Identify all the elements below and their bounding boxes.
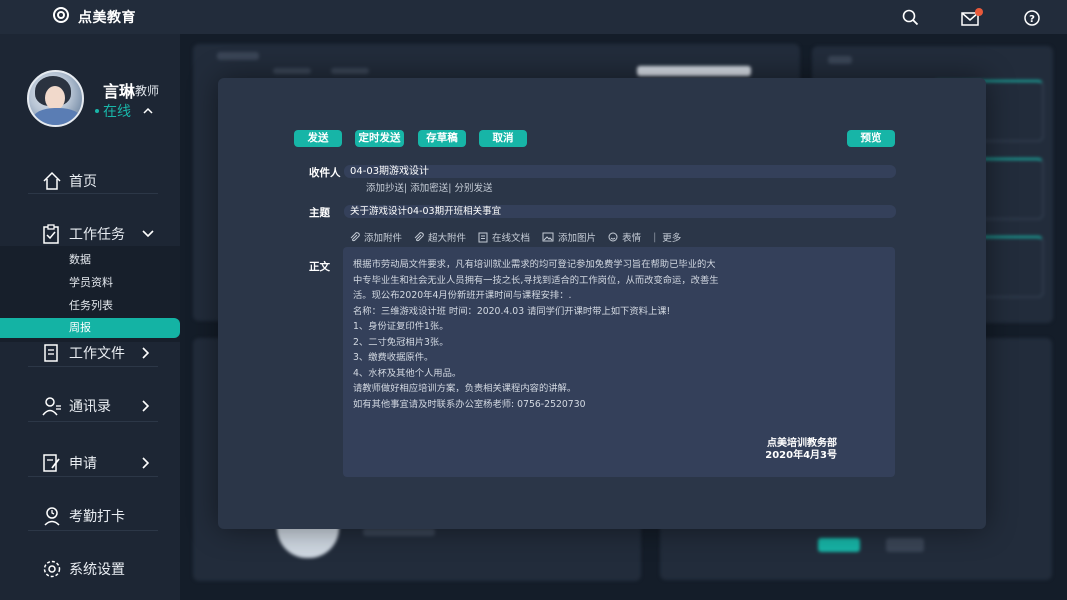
subject-field[interactable]: 关于游戏设计04-03期开班相关事宜 bbox=[344, 205, 896, 218]
document-icon bbox=[478, 232, 488, 242]
sidebar-item-apply[interactable]: 申请 bbox=[0, 443, 180, 483]
submenu-item-students[interactable]: 学员资料 bbox=[0, 273, 180, 293]
sidebar: 言琳 教师 在线 首页 工作任务 数据 学员资料 任务列表 周报 工作文件 通讯… bbox=[0, 34, 180, 600]
brand[interactable]: 点美教育 bbox=[52, 6, 136, 28]
emoji-icon bbox=[608, 232, 618, 242]
user-name: 言琳 bbox=[103, 82, 136, 101]
sidebar-item-label: 首页 bbox=[69, 174, 97, 190]
svg-text:?: ? bbox=[1029, 14, 1035, 25]
sidebar-item-label: 工作任务 bbox=[69, 227, 125, 243]
body-line: 根据市劳动局文件要求，凡有培训就业需求的均可登记参加免费学习旨在帮助已毕业的大 bbox=[353, 259, 716, 270]
sidebar-item-files[interactable]: 工作文件 bbox=[0, 333, 180, 373]
user-status[interactable]: 在线 bbox=[95, 101, 153, 121]
cancel-button[interactable]: 取消 bbox=[479, 130, 527, 147]
body-line: 4、水杯及其他个人用品。 bbox=[353, 367, 462, 379]
preview-button[interactable]: 预览 bbox=[847, 130, 895, 147]
add-attachment-button[interactable]: 添加附件 bbox=[350, 230, 402, 244]
sidebar-item-label: 申请 bbox=[69, 456, 97, 472]
compose-dialog: 发送 定时发送 存草稿 取消 预览 收件人 04-03期游戏设计 添加抄送| 添… bbox=[218, 78, 986, 529]
sidebar-item-label: 通讯录 bbox=[69, 399, 111, 415]
edit-form-icon bbox=[43, 454, 60, 472]
document-icon bbox=[44, 344, 58, 362]
more-button[interactable]: 更多 bbox=[662, 230, 681, 244]
body-line: 3、缴费收据原件。 bbox=[353, 352, 434, 363]
submenu-item-data[interactable]: 数据 bbox=[0, 250, 180, 270]
sidebar-item-contacts[interactable]: 通讯录 bbox=[0, 386, 180, 426]
app-title: 点美教育 bbox=[78, 10, 136, 26]
attachment-toolbar: 添加附件 超大附件 在线文档 添加图片 表情 | 更多 bbox=[350, 230, 693, 244]
body-line: 中专毕业生和社会无业人员拥有一技之长,寻找到适合的工作岗位，从而改变命运，改善生 bbox=[353, 274, 719, 286]
body-line: 活。现公布2020年4月份新班开课时间与课程安排：. bbox=[353, 290, 572, 301]
save-draft-button[interactable]: 存草稿 bbox=[418, 130, 466, 147]
signature-date: 2020年4月3号 bbox=[765, 450, 837, 461]
recipient-label: 收件人 bbox=[309, 167, 341, 179]
status-dot bbox=[95, 109, 99, 113]
home-icon bbox=[43, 171, 61, 190]
sidebar-item-home[interactable]: 首页 bbox=[0, 161, 180, 201]
body-line: 如有其他事宜请及时联系办公室杨老师: 0756-2520730 bbox=[353, 398, 586, 410]
submenu: 数据 学员资料 任务列表 周报 bbox=[0, 246, 180, 342]
paperclip-icon bbox=[350, 232, 360, 242]
chevron-right-icon[interactable] bbox=[142, 347, 150, 359]
body-line: 名称：三维游戏设计班 时间：2020.4.03 请同学们开课时带上如下资料上课! bbox=[353, 305, 671, 317]
sidebar-item-label: 系统设置 bbox=[69, 562, 125, 578]
cc-bcc-options[interactable]: 添加抄送| 添加密送| 分别发送 bbox=[366, 180, 492, 194]
contacts-icon bbox=[42, 397, 61, 416]
chevron-right-icon[interactable] bbox=[142, 400, 150, 412]
chevron-down-icon[interactable] bbox=[142, 230, 154, 238]
recipient-field[interactable]: 04-03期游戏设计 bbox=[344, 165, 896, 178]
online-doc-button[interactable]: 在线文档 bbox=[478, 230, 530, 244]
emoji-button[interactable]: 表情 bbox=[608, 230, 641, 244]
body-line: 2、二寸免冠相片3张。 bbox=[353, 336, 449, 348]
subject-label: 主题 bbox=[309, 207, 330, 219]
gear-icon bbox=[43, 560, 61, 578]
search-icon[interactable] bbox=[902, 9, 919, 30]
body-label: 正文 bbox=[309, 261, 330, 273]
sidebar-item-settings[interactable]: 系统设置 bbox=[0, 549, 180, 589]
sidebar-item-label: 考勤打卡 bbox=[69, 509, 125, 525]
large-attachment-button[interactable]: 超大附件 bbox=[414, 230, 466, 244]
avatar[interactable] bbox=[27, 70, 84, 127]
chevron-up-icon[interactable] bbox=[143, 107, 153, 115]
status-label: 在线 bbox=[103, 104, 131, 120]
mail-badge bbox=[975, 8, 983, 16]
sidebar-item-label: 工作文件 bbox=[69, 346, 125, 362]
help-icon[interactable]: ? bbox=[1024, 10, 1040, 30]
submenu-item-task-list[interactable]: 任务列表 bbox=[0, 296, 180, 316]
body-line: 请教师做好相应培训方案，负责相关课程内容的讲解。 bbox=[353, 383, 577, 394]
add-image-button[interactable]: 添加图片 bbox=[542, 230, 596, 244]
paperclip-icon bbox=[414, 232, 424, 242]
schedule-send-button[interactable]: 定时发送 bbox=[355, 130, 404, 147]
attendance-icon bbox=[44, 507, 60, 526]
user-role: 教师 bbox=[135, 84, 160, 98]
send-button[interactable]: 发送 bbox=[294, 130, 342, 147]
body-line: 1、身份证复印件1张。 bbox=[353, 321, 449, 332]
image-icon bbox=[542, 232, 554, 242]
body-editor[interactable]: 根据市劳动局文件要求，凡有培训就业需求的均可登记参加免费学习旨在帮助已毕业的大 … bbox=[343, 247, 895, 477]
clipboard-icon bbox=[43, 224, 59, 244]
chevron-right-icon[interactable] bbox=[142, 457, 150, 469]
logo-icon bbox=[52, 6, 70, 28]
